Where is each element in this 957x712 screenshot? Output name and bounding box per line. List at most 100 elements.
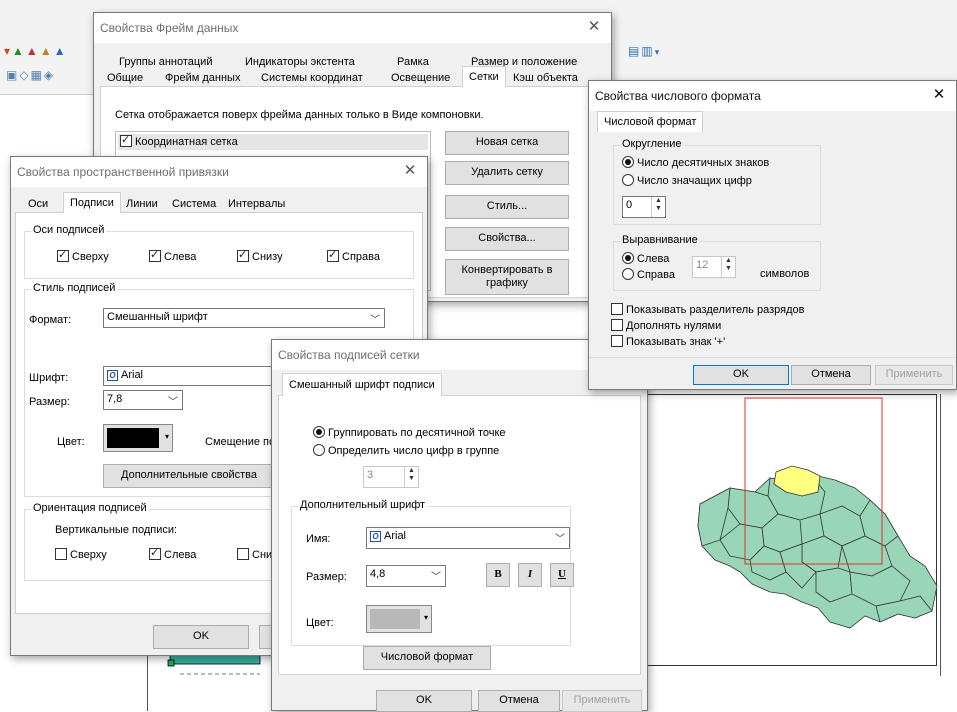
axis-left-checkbox[interactable]: Слева xyxy=(149,248,196,263)
color-label: Цвет: xyxy=(306,617,334,629)
offset-label: Смещение по xyxy=(205,436,276,448)
properties-button[interactable]: Свойства... xyxy=(445,227,569,251)
toolbar-row-1: ▾ ▲ ▲ ▲ ▲ xyxy=(4,44,68,58)
tab-intervals[interactable]: Интервалы xyxy=(223,195,290,213)
size-label: Размер: xyxy=(29,396,70,408)
apply-button[interactable]: Применить xyxy=(562,690,642,712)
toolbar-row-2: ▣ ◇ ▦ ◈ xyxy=(6,68,55,82)
chevron-down-icon: ﹀ xyxy=(370,315,380,326)
advanced-properties-button[interactable]: Дополнительные свойства xyxy=(103,464,275,488)
tab-data-frame[interactable]: Фрейм данных xyxy=(160,69,245,87)
label-style-legend: Стиль подписей xyxy=(31,282,118,294)
cancel-button[interactable]: Отмена xyxy=(478,690,560,712)
number-format-dialog: Свойства числового формата ✕ Числовой фо… xyxy=(588,80,957,390)
vertical-top-checkbox[interactable]: Сверху xyxy=(55,548,107,561)
characters-label: символов xyxy=(760,268,810,280)
scale-bar[interactable] xyxy=(160,654,270,680)
tab-labels[interactable]: Подписи xyxy=(63,192,121,213)
drawing-tool-icon[interactable]: ▲ xyxy=(54,44,66,58)
close-icon[interactable]: ✕ xyxy=(585,17,603,35)
cancel-button[interactable]: Отмена xyxy=(791,365,871,385)
grid-labels-dialog: Свойства подписей сетки Смешанный шрифт … xyxy=(271,339,648,712)
color-swatch xyxy=(370,609,420,629)
ok-button[interactable]: OK xyxy=(376,690,472,712)
new-grid-button[interactable]: Новая сетка xyxy=(445,131,569,155)
report-tool-icon[interactable]: ▥ xyxy=(641,44,652,58)
tab-feature-cache[interactable]: Кэш объекта xyxy=(508,69,583,87)
thousands-separator-checkbox[interactable]: Показывать разделитель разрядов xyxy=(611,303,804,316)
rounding-spinner[interactable]: 0 ▲ ▼ xyxy=(622,196,666,218)
chevron-down-icon: ▾ xyxy=(423,613,428,622)
delete-grid-button[interactable]: Удалить сетку xyxy=(445,161,569,185)
tab-system[interactable]: Система xyxy=(167,195,221,213)
extra-font-color-picker[interactable]: ▾ xyxy=(366,605,432,633)
digits-spinner[interactable]: 3 ▲ ▼ xyxy=(363,466,419,488)
tab-axes[interactable]: Оси xyxy=(23,195,53,213)
layout-tool-icon[interactable]: ▣ xyxy=(6,68,17,82)
frame-data-dialog-title: Свойства Фрейм данных xyxy=(94,13,611,43)
table-tool-icon[interactable]: ▤ xyxy=(628,44,639,58)
font-label: Шрифт: xyxy=(29,372,69,384)
shape-tool-icon[interactable]: ◇ xyxy=(19,68,28,82)
grids-description: Сетка отображается поверх фрейма данных … xyxy=(115,109,484,121)
apply-button[interactable]: Применить xyxy=(875,365,953,385)
tab-grids[interactable]: Сетки xyxy=(462,66,506,87)
tab-coordinate-systems[interactable]: Системы координат xyxy=(256,69,368,87)
close-icon[interactable]: ✕ xyxy=(930,85,948,103)
drawing-tool-icon[interactable]: ▲ xyxy=(26,44,38,58)
tab-number-format[interactable]: Числовой формат xyxy=(597,111,704,132)
region-polygons xyxy=(697,473,938,629)
arrow-tool-icon[interactable]: ▾ xyxy=(4,44,10,58)
font-name-dropdown[interactable]: O Arial ﹀ xyxy=(366,527,570,549)
size-dropdown[interactable]: 7,8 ﹀ xyxy=(103,390,183,410)
tab-mixed-font[interactable]: Смешанный шрифт подписи xyxy=(282,373,442,396)
label-axes-group: Оси подписей Сверху Слева Снизу Справа xyxy=(24,224,414,279)
vertical-bottom-checkbox[interactable]: Сни xyxy=(237,548,272,561)
define-digits-radio[interactable]: Определить число цифр в группе xyxy=(313,444,499,457)
spinner-arrows-icon[interactable]: ▲ ▼ xyxy=(404,467,418,487)
number-format-button[interactable]: Числовой формат xyxy=(363,646,491,670)
axis-bottom-checkbox[interactable]: Снизу xyxy=(237,248,283,263)
tab-illumination[interactable]: Освещение xyxy=(386,69,455,87)
format-dropdown[interactable]: Смешанный шрифт ﹀ xyxy=(103,308,385,328)
decimals-radio[interactable]: Число десятичных знаков xyxy=(622,156,769,169)
font-size-dropdown[interactable]: 4,8 ﹀ xyxy=(366,565,446,587)
italic-button[interactable]: I xyxy=(518,563,542,587)
color-picker[interactable]: ▾ xyxy=(103,424,173,452)
tab-general[interactable]: Общие xyxy=(102,69,148,87)
spatial-dialog-title: Свойства пространственной привязки xyxy=(11,157,427,187)
axis-right-checkbox[interactable]: Справа xyxy=(327,248,380,263)
pad-zeros-checkbox[interactable]: Дополнять нулями xyxy=(611,319,721,332)
vertical-left-checkbox[interactable]: Слева xyxy=(149,546,196,561)
name-label: Имя: xyxy=(306,533,331,545)
close-icon[interactable]: ✕ xyxy=(401,161,419,179)
number-format-dialog-title: Свойства числового формата xyxy=(589,81,956,111)
label-axes-legend: Оси подписей xyxy=(31,224,107,236)
tab-lines[interactable]: Линии xyxy=(121,195,163,213)
ok-button[interactable]: OK xyxy=(153,625,249,649)
spinner-arrows-icon[interactable]: ▲ ▼ xyxy=(721,257,735,277)
tool-icon[interactable]: ◈ xyxy=(44,68,53,82)
grid-list-item[interactable]: Координатная сетка xyxy=(118,133,428,150)
overflow-chevron-icon[interactable]: ▾ xyxy=(655,47,660,58)
underline-button[interactable]: U xyxy=(550,563,574,587)
alignment-group: Выравнивание Слева Справа 12 ▲ ▼ символов xyxy=(613,234,821,291)
align-right-radio[interactable]: Справа xyxy=(622,268,675,281)
rounding-legend: Округление xyxy=(620,138,684,150)
chevron-down-icon: ▾ xyxy=(164,432,169,441)
characters-spinner[interactable]: 12 ▲ ▼ xyxy=(692,256,736,278)
grid-tool-icon[interactable]: ▦ xyxy=(31,68,42,82)
plus-sign-checkbox[interactable]: Показывать знак '+' xyxy=(611,335,725,348)
significant-radio[interactable]: Число значащих цифр xyxy=(622,174,752,187)
style-button[interactable]: Стиль... xyxy=(445,195,569,219)
convert-to-graphics-button[interactable]: Конвертировать в графику xyxy=(445,259,569,295)
grid-visible-checkbox[interactable] xyxy=(120,133,132,147)
drawing-tool-icon[interactable]: ▲ xyxy=(40,44,52,58)
bold-button[interactable]: B xyxy=(486,563,510,587)
drawing-tool-icon[interactable]: ▲ xyxy=(12,44,24,58)
ok-button[interactable]: OK xyxy=(693,365,789,385)
group-decimal-radio[interactable]: Группировать по десятичной точке xyxy=(313,426,506,439)
axis-top-checkbox[interactable]: Сверху xyxy=(57,248,109,263)
align-left-radio[interactable]: Слева xyxy=(622,252,669,265)
spinner-arrows-icon[interactable]: ▲ ▼ xyxy=(651,197,665,217)
